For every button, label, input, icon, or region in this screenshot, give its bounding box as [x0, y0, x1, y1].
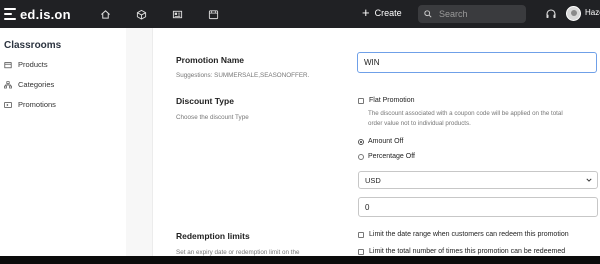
discount-type-label: Discount Type: [176, 96, 234, 106]
flat-promotion-checkbox[interactable]: Flat Promotion: [358, 97, 415, 104]
amount-input[interactable]: [358, 197, 598, 217]
sidebar: Classrooms Products Categories Promotion…: [0, 28, 126, 256]
search-icon: [424, 10, 432, 18]
checkbox[interactable]: [358, 248, 364, 255]
store-icon[interactable]: [206, 6, 222, 22]
flat-promotion-desc-line2: order value not to individual products.: [368, 120, 471, 127]
categories-icon: [4, 80, 12, 88]
home-icon[interactable]: [98, 6, 114, 22]
avatar[interactable]: [566, 6, 581, 21]
radio-button[interactable]: [358, 153, 364, 160]
percentage-off-radio[interactable]: Percentage Off: [358, 153, 415, 160]
sidebar-item-products[interactable]: Products: [4, 60, 48, 69]
brand-logo[interactable]: ed.is.on: [4, 0, 71, 28]
total-redemptions-limit-label: Limit the total number of times this pro…: [369, 248, 566, 255]
brand-name: ed.is.on: [20, 6, 71, 22]
news-icon[interactable]: [170, 6, 186, 22]
flat-promotion-label: Flat Promotion: [369, 97, 415, 104]
sidebar-item-categories[interactable]: Categories: [4, 80, 54, 89]
products-icon: [4, 61, 12, 68]
amount-off-label: Amount Off: [368, 138, 404, 145]
discount-type-hint: Choose the discount Type: [176, 114, 249, 121]
content-gutter: [126, 28, 152, 256]
checkbox[interactable]: [358, 231, 364, 238]
sidebar-item-label: Promotions: [18, 100, 56, 109]
flat-promotion-desc-line1: The discount associated with a coupon co…: [368, 110, 563, 117]
create-label: Create: [374, 7, 402, 18]
sidebar-item-label: Categories: [18, 80, 55, 89]
sidebar-item-promotions[interactable]: Promotions: [4, 100, 56, 109]
promotion-name-input[interactable]: [357, 52, 597, 73]
promotions-icon: [4, 101, 12, 108]
date-range-limit-label: Limit the date range when customers can …: [369, 231, 569, 238]
cube-icon[interactable]: [134, 6, 150, 22]
amount-off-radio[interactable]: Amount Off: [358, 138, 403, 145]
user-name[interactable]: Hazel: [585, 8, 600, 17]
headset-icon[interactable]: [545, 8, 557, 20]
taskbar-strip: [0, 256, 600, 264]
total-redemptions-limit-checkbox[interactable]: Limit the total number of times this pro…: [358, 248, 565, 255]
top-navbar: ed.is.on + Create Hazel: [0, 0, 600, 28]
create-button[interactable]: + Create: [362, 6, 402, 19]
nav-icons: [98, 6, 242, 22]
currency-value: USD: [365, 175, 381, 185]
percentage-off-label: Percentage Off: [368, 153, 415, 160]
chevron-down-icon: [586, 178, 592, 182]
currency-select[interactable]: USD: [358, 171, 598, 189]
redemption-limits-label: Redemption limits: [176, 231, 250, 241]
checkbox[interactable]: [358, 97, 364, 104]
sidebar-item-label: Products: [18, 60, 48, 69]
redemption-limits-hint: Set an expiry date or redemption limit o…: [176, 249, 300, 256]
promotion-name-label: Promotion Name: [176, 55, 245, 65]
menu-icon: [4, 8, 16, 20]
date-range-limit-checkbox[interactable]: Limit the date range when customers can …: [358, 231, 569, 238]
sidebar-title: Classrooms: [4, 40, 62, 51]
radio-button[interactable]: [358, 138, 364, 145]
search-box[interactable]: [418, 5, 526, 23]
promotion-name-suggestions: Suggestions: SUMMERSALE,SEASONOFFER.: [176, 72, 310, 79]
plus-icon: +: [362, 5, 370, 20]
search-input[interactable]: [439, 9, 519, 19]
